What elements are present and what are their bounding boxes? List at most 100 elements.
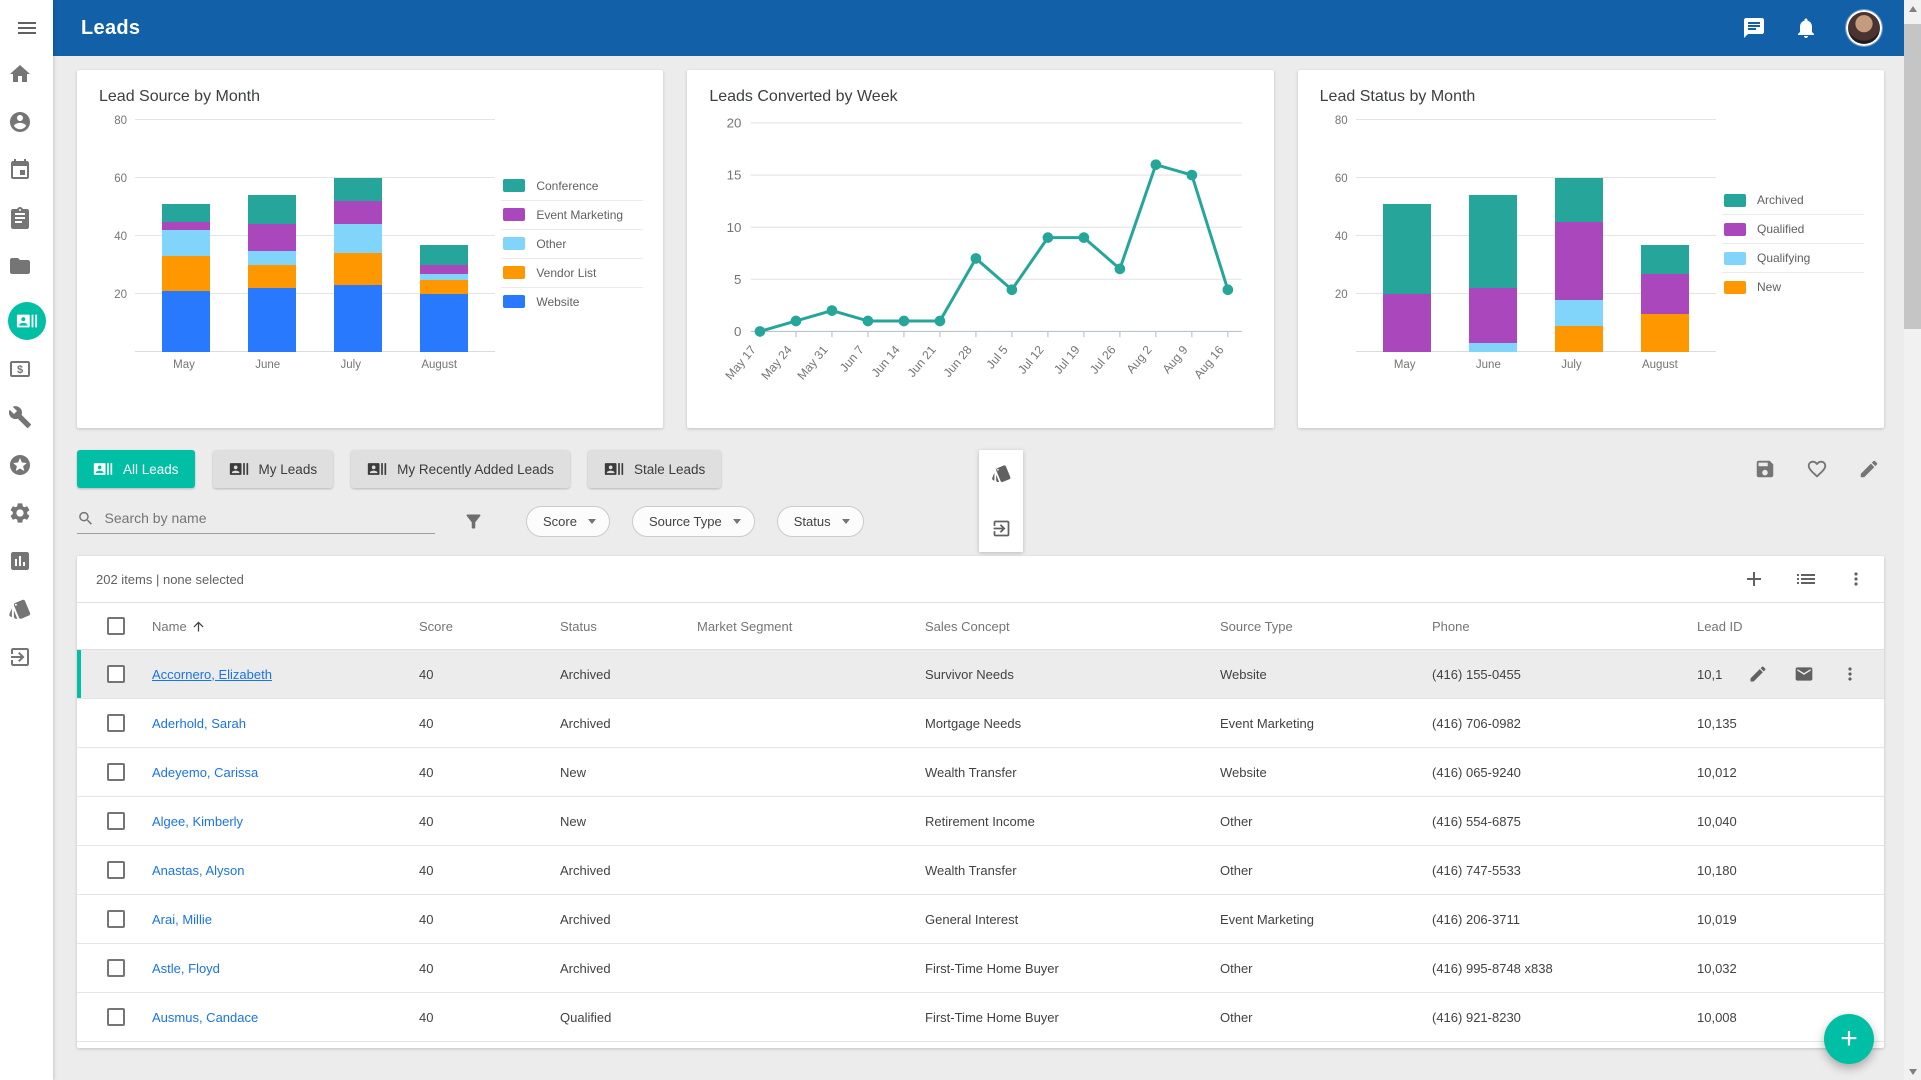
home-icon[interactable] bbox=[8, 62, 32, 86]
exit-icon[interactable] bbox=[8, 645, 32, 669]
column-header-name[interactable]: Name bbox=[152, 619, 419, 634]
data-point[interactable] bbox=[1187, 170, 1198, 181]
data-point[interactable] bbox=[863, 316, 874, 327]
lead-name-link[interactable]: Algee, Kimberly bbox=[152, 814, 243, 829]
settings-icon[interactable] bbox=[8, 501, 32, 525]
scrollbar-thumb[interactable] bbox=[1904, 24, 1921, 329]
search-input[interactable] bbox=[105, 510, 435, 526]
data-point[interactable] bbox=[1043, 232, 1054, 243]
bar-july[interactable] bbox=[1555, 178, 1603, 352]
scroll-up-arrow[interactable] bbox=[1904, 0, 1921, 17]
bar-may[interactable] bbox=[162, 204, 210, 352]
email-icon[interactable] bbox=[1794, 664, 1814, 684]
column-header-source-type[interactable]: Source Type bbox=[1220, 619, 1432, 634]
table-row[interactable]: Arai, Millie40ArchivedGeneral InterestEv… bbox=[77, 895, 1884, 944]
select-all-checkbox[interactable] bbox=[107, 617, 125, 635]
add-lead-fab[interactable]: + bbox=[1824, 1014, 1874, 1064]
table-row[interactable]: Adeyemo, Carissa40NewWealth TransferWebs… bbox=[77, 748, 1884, 797]
billing-icon[interactable]: $ bbox=[8, 357, 32, 381]
table-row[interactable]: Anastas, Alyson40ArchivedWealth Transfer… bbox=[77, 846, 1884, 895]
data-point[interactable] bbox=[971, 253, 982, 264]
cell-score: 40 bbox=[419, 765, 560, 780]
data-point[interactable] bbox=[1223, 284, 1234, 295]
row-checkbox[interactable] bbox=[107, 910, 125, 928]
bar-august[interactable] bbox=[420, 245, 468, 352]
tools-icon[interactable] bbox=[8, 405, 32, 429]
edit-icon[interactable] bbox=[1858, 458, 1880, 480]
leads-icon[interactable] bbox=[8, 302, 46, 340]
data-point[interactable] bbox=[1115, 264, 1126, 275]
legend-swatch bbox=[1724, 252, 1746, 265]
chip-score[interactable]: Score bbox=[526, 506, 610, 537]
data-point[interactable] bbox=[899, 316, 910, 327]
row-checkbox[interactable] bbox=[107, 1008, 125, 1026]
view-list-icon[interactable] bbox=[1794, 567, 1818, 591]
data-point[interactable] bbox=[935, 316, 946, 327]
folder-icon[interactable] bbox=[8, 254, 32, 278]
table-row[interactable]: Ausmus, Candace40QualifiedFirst-Time Hom… bbox=[77, 993, 1884, 1042]
add-icon[interactable] bbox=[1742, 567, 1766, 591]
table-row[interactable]: Astle, Floyd40ArchivedFirst-Time Home Bu… bbox=[77, 944, 1884, 993]
table-row[interactable]: Algee, Kimberly40NewRetirement IncomeOth… bbox=[77, 797, 1884, 846]
row-checkbox[interactable] bbox=[107, 959, 125, 977]
column-header-market-segment[interactable]: Market Segment bbox=[697, 619, 925, 634]
tags-icon[interactable] bbox=[8, 597, 32, 621]
exit-icon[interactable] bbox=[991, 518, 1012, 539]
avatar[interactable] bbox=[1846, 10, 1882, 46]
tab-stale-leads[interactable]: Stale Leads bbox=[588, 450, 721, 488]
column-header-sales-concept[interactable]: Sales Concept bbox=[925, 619, 1220, 634]
more-icon[interactable] bbox=[1840, 664, 1860, 684]
legend-swatch bbox=[1724, 223, 1746, 236]
bar-july[interactable] bbox=[334, 178, 382, 352]
column-header-score[interactable]: Score bbox=[419, 619, 560, 634]
table-row[interactable]: Accornero, Elizabeth40ArchivedSurvivor N… bbox=[77, 650, 1884, 699]
lead-name-link[interactable]: Ausmus, Candace bbox=[152, 1010, 258, 1025]
tab-all-leads[interactable]: All Leads bbox=[77, 450, 195, 488]
tab-my-recently-added-leads[interactable]: My Recently Added Leads bbox=[351, 450, 570, 488]
bar-june[interactable] bbox=[1469, 195, 1517, 352]
calendar-icon[interactable] bbox=[8, 158, 32, 182]
chip-status[interactable]: Status bbox=[777, 506, 864, 537]
data-point[interactable] bbox=[1079, 232, 1090, 243]
legend-label: Other bbox=[536, 237, 566, 251]
bar-august[interactable] bbox=[1641, 245, 1689, 352]
lead-name-link[interactable]: Astle, Floyd bbox=[152, 961, 220, 976]
scroll-down-arrow[interactable] bbox=[1904, 1063, 1921, 1080]
lead-name-link[interactable]: Adeyemo, Carissa bbox=[152, 765, 258, 780]
bar-june[interactable] bbox=[248, 195, 296, 352]
data-point[interactable] bbox=[827, 305, 838, 316]
more-icon[interactable] bbox=[1846, 569, 1866, 589]
column-header-phone[interactable]: Phone bbox=[1432, 619, 1697, 634]
lead-name-link[interactable]: Arai, Millie bbox=[152, 912, 212, 927]
row-checkbox[interactable] bbox=[107, 714, 125, 732]
data-point[interactable] bbox=[1007, 284, 1018, 295]
bar-may[interactable] bbox=[1383, 204, 1431, 352]
column-header-lead-id[interactable]: Lead ID bbox=[1697, 619, 1884, 634]
row-checkbox[interactable] bbox=[107, 665, 125, 683]
tags-icon[interactable] bbox=[991, 463, 1012, 484]
bell-icon[interactable] bbox=[1794, 16, 1818, 40]
data-point[interactable] bbox=[1151, 159, 1162, 170]
chip-source-type[interactable]: Source Type bbox=[632, 506, 755, 537]
menu-icon[interactable] bbox=[15, 16, 39, 40]
favorites-icon[interactable] bbox=[8, 453, 32, 477]
data-point[interactable] bbox=[791, 316, 802, 327]
column-header-status[interactable]: Status bbox=[560, 619, 697, 634]
lead-name-link[interactable]: Anastas, Alyson bbox=[152, 863, 245, 878]
row-checkbox[interactable] bbox=[107, 861, 125, 879]
reports-icon[interactable] bbox=[8, 549, 32, 573]
table-row[interactable]: Aderhold, Sarah40ArchivedMortgage NeedsE… bbox=[77, 699, 1884, 748]
account-icon[interactable] bbox=[8, 110, 32, 134]
tab-my-leads[interactable]: My Leads bbox=[213, 450, 334, 488]
chat-icon[interactable] bbox=[1742, 16, 1766, 40]
row-checkbox[interactable] bbox=[107, 763, 125, 781]
favorite-icon[interactable] bbox=[1806, 458, 1828, 480]
save-icon[interactable] bbox=[1754, 458, 1776, 480]
tasks-icon[interactable] bbox=[8, 206, 32, 230]
lead-name-link[interactable]: Accornero, Elizabeth bbox=[152, 667, 272, 682]
lead-name-link[interactable]: Aderhold, Sarah bbox=[152, 716, 246, 731]
row-checkbox[interactable] bbox=[107, 812, 125, 830]
data-point[interactable] bbox=[755, 326, 766, 337]
edit-icon[interactable] bbox=[1748, 664, 1768, 684]
filter-icon[interactable] bbox=[463, 511, 484, 532]
